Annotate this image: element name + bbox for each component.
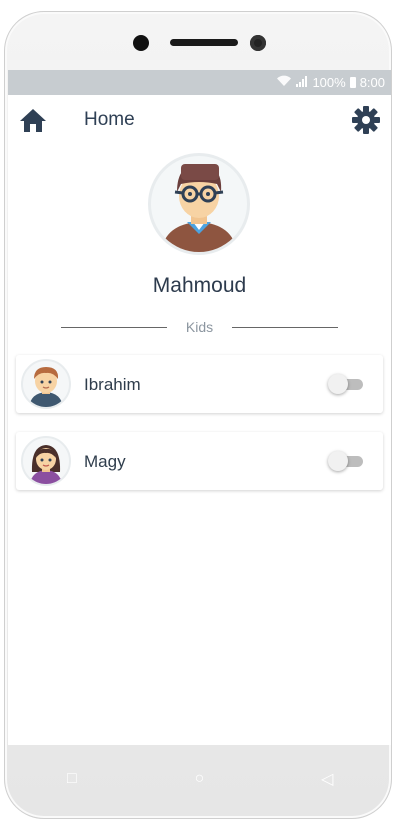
home-button[interactable] xyxy=(19,107,47,133)
status-bar: 100% 8:00 xyxy=(8,70,391,95)
front-sensor xyxy=(133,35,149,51)
circle-icon[interactable]: ○ xyxy=(169,770,229,788)
profile-name: Mahmoud xyxy=(152,274,247,297)
app-bar: Home xyxy=(8,95,391,145)
kid-toggle[interactable] xyxy=(328,451,363,471)
wifi-icon xyxy=(276,75,292,90)
settings-button[interactable] xyxy=(351,105,381,135)
home-icon xyxy=(20,109,46,132)
battery-icon xyxy=(349,77,356,88)
gear-icon xyxy=(352,106,380,134)
page-title: Home xyxy=(84,109,135,130)
kid-card[interactable]: Ibrahim xyxy=(16,355,383,413)
system-navigation-bar: □ ○ ◁ xyxy=(8,746,391,812)
divider-right xyxy=(232,327,338,328)
square-icon[interactable]: □ xyxy=(42,770,102,788)
earpiece-speaker xyxy=(170,39,238,46)
kid-name: Magy xyxy=(84,452,126,471)
triangle-back-icon[interactable]: ◁ xyxy=(297,769,357,789)
signal-icon xyxy=(296,75,308,90)
toggle-knob xyxy=(328,451,348,471)
kid-card[interactable]: Magy xyxy=(16,432,383,490)
front-camera xyxy=(250,35,266,51)
kid-avatar xyxy=(21,436,71,486)
screen: 100% 8:00 Home Mahmoud Kids Ibrahim Magy xyxy=(8,70,391,745)
kid-name: Ibrahim xyxy=(84,375,141,394)
toggle-knob xyxy=(328,374,348,394)
battery-percent: 100% xyxy=(312,75,346,90)
kid-toggle[interactable] xyxy=(328,374,363,394)
kid-avatar xyxy=(21,359,71,409)
profile-avatar[interactable] xyxy=(148,153,250,255)
clock-time: 8:00 xyxy=(359,75,385,90)
